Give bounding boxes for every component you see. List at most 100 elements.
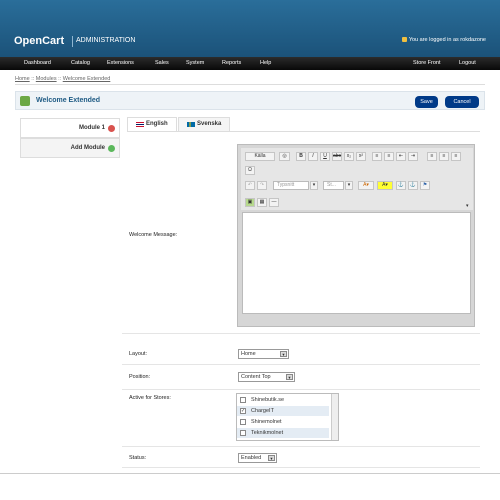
module-tab-label: Module 1 xyxy=(78,125,105,131)
menu-dashboard[interactable]: Dashboard xyxy=(24,60,51,66)
globe-icon[interactable]: ◎ xyxy=(279,152,290,161)
row-divider xyxy=(122,333,480,334)
menu-system[interactable]: System xyxy=(186,60,204,66)
size-select[interactable]: St... xyxy=(323,181,344,190)
add-module-label: Add Module xyxy=(70,145,105,151)
link-icon[interactable]: Ω xyxy=(245,166,255,175)
superscript-icon[interactable]: x² xyxy=(356,152,366,161)
image-icon[interactable]: ▣ xyxy=(245,198,255,207)
strike-icon[interactable]: abc xyxy=(332,152,342,161)
store-name: Shinemolnet xyxy=(251,419,282,425)
bullet-list-icon[interactable]: ≡ xyxy=(384,152,394,161)
logo-divider xyxy=(72,36,73,47)
font-select-arrow-icon[interactable]: ▾ xyxy=(310,181,318,190)
flag-icon[interactable]: ⚑ xyxy=(420,181,430,190)
row-divider xyxy=(122,467,480,468)
tab-english[interactable]: English xyxy=(127,117,177,131)
uk-flag-icon xyxy=(136,122,144,127)
logo[interactable]: OpenCart xyxy=(14,35,64,47)
align-right-icon[interactable]: ≡ xyxy=(451,152,461,161)
save-button[interactable]: Save xyxy=(415,96,438,108)
module-icon xyxy=(20,96,30,106)
add-module-button[interactable]: Add Module xyxy=(20,138,120,158)
main-menu: Dashboard Catalog Extensions Sales Syste… xyxy=(0,57,500,70)
row-divider xyxy=(122,389,480,390)
unlink-icon[interactable]: ⚓ xyxy=(408,181,418,190)
menu-reports[interactable]: Reports xyxy=(222,60,241,66)
align-left-icon[interactable]: ≡ xyxy=(427,152,437,161)
add-icon xyxy=(108,145,115,152)
row-divider xyxy=(122,364,480,365)
status-value: Enabled xyxy=(241,455,262,461)
stores-list: Shinebutik.se ✓ ChargeIT Shinemolnet Tek… xyxy=(236,393,339,441)
table-icon[interactable]: ▦ xyxy=(257,198,267,207)
tab-module-1[interactable]: Module 1 xyxy=(20,118,120,138)
store-checkbox[interactable]: ✓ xyxy=(240,408,246,414)
italic-icon[interactable]: I xyxy=(308,152,318,161)
box-heading: Welcome Extended Save Cancel xyxy=(15,91,485,110)
layout-value: Home xyxy=(241,351,256,357)
undo-icon[interactable]: ↶ xyxy=(245,181,255,190)
stores-scrollbar[interactable] xyxy=(331,394,338,440)
store-checkbox[interactable] xyxy=(240,430,246,436)
status-select[interactable]: Enabled ▼ xyxy=(238,453,277,463)
lock-icon xyxy=(401,37,407,42)
store-checkbox[interactable] xyxy=(240,419,246,425)
layout-select[interactable]: Home ▼ xyxy=(238,349,289,359)
menu-sales[interactable]: Sales xyxy=(155,60,169,66)
store-checkbox[interactable] xyxy=(240,397,246,403)
editor-content-area[interactable] xyxy=(242,212,471,314)
store-item[interactable]: ✓ ChargeIT xyxy=(237,406,329,416)
tab-divider xyxy=(127,131,480,132)
bold-icon[interactable]: B xyxy=(296,152,306,161)
horizontal-rule-icon[interactable]: — xyxy=(269,198,279,207)
store-name: Shinebutik.se xyxy=(251,397,285,403)
tab-english-label: English xyxy=(146,121,168,127)
chevron-down-icon: ▼ xyxy=(286,374,293,380)
numbered-list-icon[interactable]: ≡ xyxy=(372,152,382,161)
text-color-icon[interactable]: A▾ xyxy=(358,181,374,190)
admin-header: OpenCart ADMINISTRATION You are logged i… xyxy=(0,0,500,57)
stores-label: Active for Stores: xyxy=(129,395,171,401)
page-title: Welcome Extended xyxy=(36,97,101,104)
module-tabs: Module 1 Add Module xyxy=(20,118,120,158)
bg-color-icon[interactable]: A▾ xyxy=(377,181,393,190)
position-value: Content Top xyxy=(241,374,271,380)
menu-catalog[interactable]: Catalog xyxy=(71,60,90,66)
chevron-down-icon: ▼ xyxy=(280,351,287,357)
menu-logout[interactable]: Logout xyxy=(459,60,476,66)
layout-label: Layout: xyxy=(129,351,148,357)
source-button[interactable]: Källa xyxy=(245,152,275,161)
position-select[interactable]: Content Top ▼ xyxy=(238,372,295,382)
outdent-icon[interactable]: ⇤ xyxy=(396,152,406,161)
font-select[interactable]: Typsnitt xyxy=(273,181,309,190)
breadcrumb-separator: :: xyxy=(58,76,62,82)
store-item[interactable]: Shinebutik.se xyxy=(237,395,329,405)
breadcrumb-separator: :: xyxy=(31,76,35,82)
subscript-icon[interactable]: x₂ xyxy=(344,152,354,161)
breadcrumb-divider xyxy=(15,84,485,85)
login-text: You are logged in as rokdazone xyxy=(408,37,486,43)
store-name: Teknikmolnet xyxy=(251,430,284,436)
menu-help[interactable]: Help xyxy=(260,60,271,66)
store-item[interactable]: Teknikmolnet xyxy=(237,428,329,438)
tab-svenska[interactable]: Svenska xyxy=(178,117,230,131)
breadcrumb-current[interactable]: Welcome Extended xyxy=(63,76,111,82)
breadcrumb-modules[interactable]: Modules xyxy=(36,76,57,82)
size-select-arrow-icon[interactable]: ▾ xyxy=(345,181,353,190)
menu-extensions[interactable]: Extensions xyxy=(107,60,134,66)
align-center-icon[interactable]: ≡ xyxy=(439,152,449,161)
row-divider xyxy=(122,446,480,447)
remove-icon[interactable] xyxy=(108,125,115,132)
breadcrumb-home[interactable]: Home xyxy=(15,76,30,82)
store-item[interactable]: Shinemolnet xyxy=(237,417,329,427)
underline-icon[interactable]: U xyxy=(320,152,330,161)
anchor-icon[interactable]: ⚓ xyxy=(396,181,406,190)
cancel-button[interactable]: Cancel xyxy=(445,96,479,108)
menu-store-front[interactable]: Store Front xyxy=(413,60,441,66)
indent-icon[interactable]: ⇥ xyxy=(408,152,418,161)
redo-icon[interactable]: ↷ xyxy=(257,181,267,190)
rich-text-editor: Källa ◎ B I U abc x₂ x² ≡ ≡ ⇤ ⇥ ≡ ≡ ≡ Ω … xyxy=(237,144,475,327)
collapse-toolbar-icon[interactable]: ▾ xyxy=(466,203,469,209)
chevron-down-icon: ▼ xyxy=(268,455,275,461)
